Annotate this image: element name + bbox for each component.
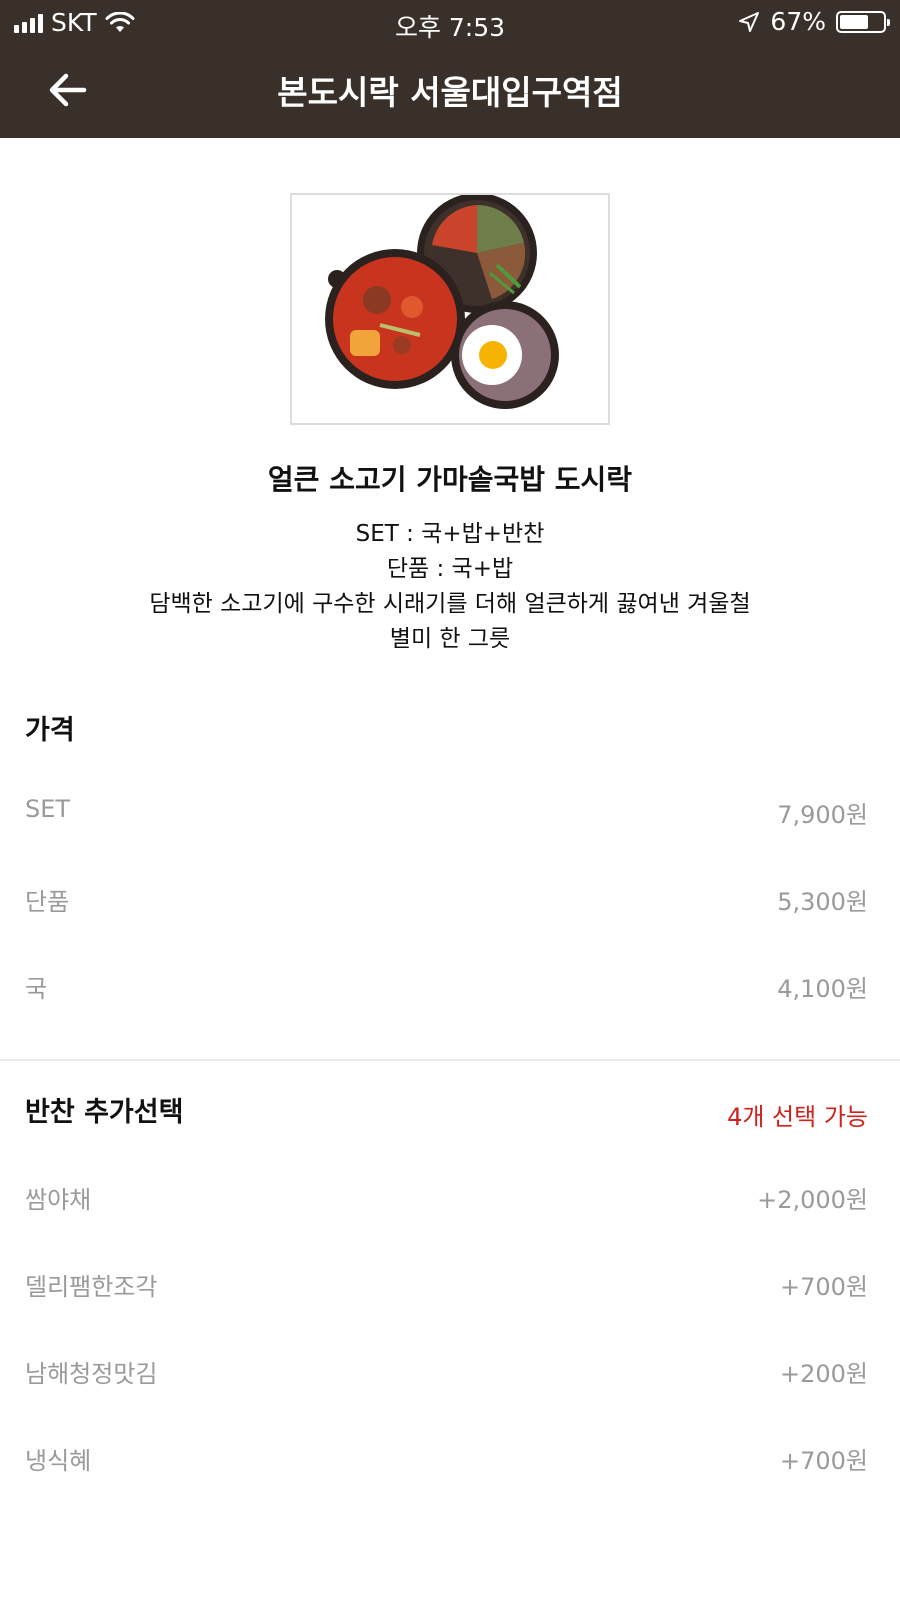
description-line: 단품 : 국+밥 [386,556,514,582]
status-right: 67% [738,7,890,36]
side-option-row[interactable]: 남해청정맛김 +200원 [25,1354,868,1389]
battery-percent: 67% [770,7,826,36]
battery-icon [836,10,890,33]
description-line: 별미 한 그릇 [389,626,511,652]
price-row-label: 국 [25,975,48,1003]
side-option-price: +2,000원 [757,1186,868,1214]
price-row-value: 4,100원 [777,975,868,1003]
side-option-price: +700원 [780,1447,868,1475]
status-bar: SKT 오후 7:53 67% [0,0,900,44]
nav-bar: 본도시락 서울대입구역점 [0,44,900,138]
price-row-value: 5,300원 [777,888,868,916]
product-name: 얼큰 소고기 가마솥국밥 도시락 [267,463,633,496]
price-row-label: 단품 [25,888,70,916]
price-row-label: SET [25,795,71,823]
side-option-label: 델리팸한조각 [25,1273,158,1301]
description-line: 담백한 소고기에 구수한 시래기를 더해 얼큰하게 끓여낸 겨울철 [149,591,751,617]
side-option-price: +700원 [780,1273,868,1301]
side-option-row[interactable]: 쌈야채 +2,000원 [25,1180,868,1215]
battery-cap [887,18,890,26]
price-row-value: 7,900원 [777,801,868,829]
location-arrow-icon [739,11,760,32]
selection-limit-note: 4개 선택 가능 [727,1103,868,1131]
price-row-single[interactable]: 단품 5,300원 [25,882,868,917]
side-section-title: 반찬 추가선택 [25,1097,184,1128]
battery-fill [840,14,868,29]
side-option-label: 냉식혜 [25,1447,92,1475]
store-title: 본도시락 서울대입구역점 [277,73,623,112]
product-image [290,193,610,425]
price-section-title: 가격 [25,715,75,746]
description-line: SET : 국+밥+반찬 [355,521,545,547]
side-option-price: +200원 [780,1360,868,1388]
side-option-label: 쌈야채 [25,1186,92,1214]
price-row-set[interactable]: SET 7,900원 [25,795,868,830]
side-option-row[interactable]: 델리팸한조각 +700원 [25,1267,868,1302]
side-option-label: 남해청정맛김 [25,1360,158,1388]
section-divider [0,1059,900,1061]
food-illustration [325,193,559,409]
price-row-soup[interactable]: 국 4,100원 [25,969,868,1004]
side-option-row[interactable]: 냉식혜 +700원 [25,1441,868,1476]
